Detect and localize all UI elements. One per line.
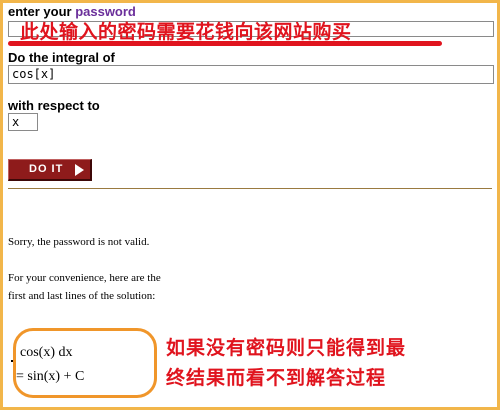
integral-expression-input[interactable]: cos[x] — [8, 65, 494, 84]
divider — [8, 188, 492, 189]
highlight-oval — [13, 328, 157, 398]
variable-input[interactable]: x — [8, 113, 38, 131]
result-annotation-line-2: 终结果而看不到解答过程 — [166, 367, 387, 389]
do-it-button[interactable]: DO IT — [8, 159, 92, 181]
convenience-line-2: first and last lines of the solution: — [8, 290, 156, 302]
password-annotation: 此处输入的密码需要花钱向该网站购买 — [20, 21, 352, 43]
result-annotation-line-1: 如果没有密码则只能得到最 — [166, 337, 407, 359]
error-message: Sorry, the password is not valid. — [8, 236, 150, 248]
respect-label: with respect to — [8, 98, 100, 113]
play-arrow-icon — [75, 164, 84, 176]
annotation-underline — [8, 41, 442, 46]
do-it-label: DO IT — [29, 163, 64, 175]
convenience-line-1: For your convenience, here are the — [8, 272, 161, 284]
integral-label: Do the integral of — [8, 50, 115, 65]
